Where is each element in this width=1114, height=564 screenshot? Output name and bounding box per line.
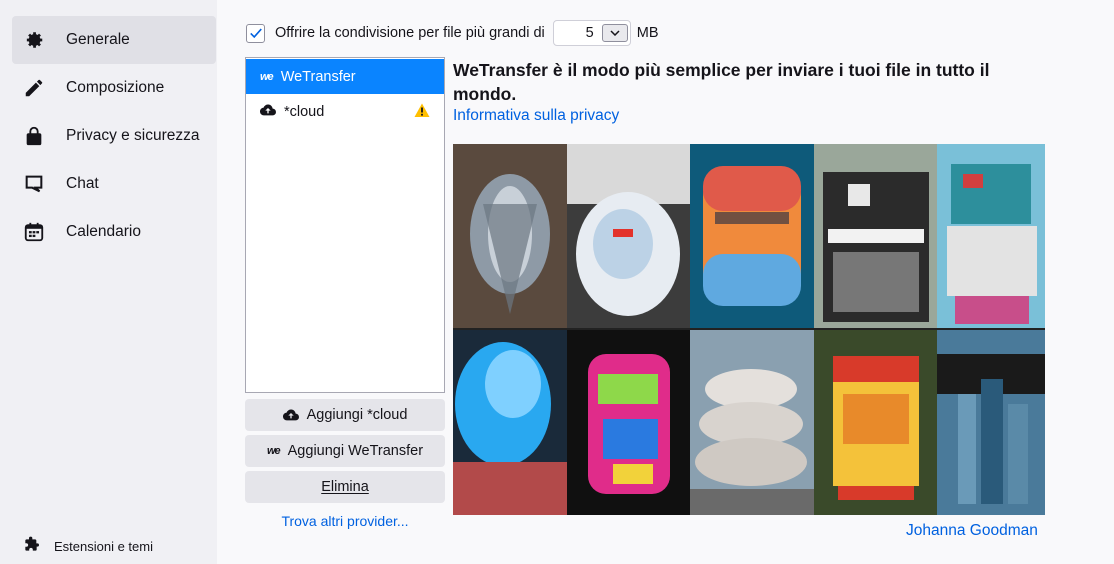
- add-cloud-label: Aggiungi *cloud: [306, 407, 408, 423]
- provider-name: WeTransfer: [280, 68, 356, 85]
- privacy-policy-link[interactable]: Informativa sulla privacy: [453, 107, 619, 125]
- nav-item-privacy[interactable]: Privacy e sicurezza: [12, 112, 216, 160]
- add-wetransfer-button[interactable]: we Aggiungi WeTransfer: [245, 435, 445, 467]
- lock-icon: [23, 125, 45, 147]
- chevron-down-icon: [610, 30, 620, 36]
- nav-label-calendario: Calendario: [66, 223, 141, 240]
- collage-tile: [453, 144, 567, 328]
- wetransfer-icon: we: [266, 445, 281, 457]
- warning-icon: [414, 103, 430, 122]
- provider-item-cloud[interactable]: *cloud: [246, 94, 444, 129]
- nav-label-privacy: Privacy e sicurezza: [66, 127, 200, 144]
- collage-tile: [690, 144, 814, 328]
- share-threshold-label: Offrire la condivisione per file più gra…: [275, 25, 545, 41]
- sidebar: Generale Composizione Privacy e sicurezz…: [0, 0, 217, 564]
- collage-tile: [453, 330, 567, 515]
- pencil-icon: [23, 77, 45, 99]
- delete-label: Elimina: [321, 479, 369, 495]
- share-threshold-checkbox[interactable]: [246, 23, 265, 43]
- provider-description: WeTransfer è il modo più semplice per in…: [453, 60, 990, 104]
- collage-tile: [567, 330, 690, 515]
- collage-tile: [567, 144, 690, 328]
- wetransfer-icon: we: [260, 70, 274, 83]
- add-wetransfer-label: Aggiungi WeTransfer: [287, 443, 424, 459]
- find-more-providers-link[interactable]: Trova altri provider...: [245, 513, 445, 529]
- collage-tile: [690, 330, 814, 515]
- cloud-upload-icon: [259, 103, 276, 121]
- delete-button[interactable]: Elimina: [245, 471, 445, 503]
- cloud-upload-icon: [282, 408, 299, 422]
- provider-artwork-image: [453, 144, 1045, 515]
- nav-item-generale[interactable]: Generale: [12, 16, 216, 64]
- extensions-label: Estensioni e temi: [54, 539, 153, 554]
- provider-item-wetransfer[interactable]: we WeTransfer: [246, 59, 444, 94]
- nav-item-composizione[interactable]: Composizione: [12, 64, 216, 112]
- chat-bubble-icon: [23, 173, 45, 195]
- nav-label-chat: Chat: [66, 175, 99, 192]
- nav-label-composizione: Composizione: [66, 79, 165, 96]
- collage-tile: [937, 144, 1045, 328]
- size-unit-label: MB: [636, 25, 659, 41]
- calendar-icon: [23, 221, 45, 243]
- provider-name: *cloud: [284, 103, 325, 120]
- size-threshold-input[interactable]: 5: [552, 20, 631, 46]
- share-threshold-row: Offrire la condivisione per file più gra…: [246, 20, 659, 46]
- nav-item-calendario[interactable]: Calendario: [12, 208, 216, 256]
- collage-tile: [937, 330, 1045, 515]
- image-credit-link[interactable]: Johanna Goodman: [906, 522, 1038, 540]
- size-threshold-value: 5: [585, 25, 594, 41]
- provider-list[interactable]: we WeTransfer *cloud: [245, 57, 445, 393]
- collage-tile: [814, 330, 937, 515]
- extensions-themes-link[interactable]: Estensioni e temi: [24, 536, 153, 557]
- nav-label-generale: Generale: [66, 31, 130, 48]
- nav-item-chat[interactable]: Chat: [12, 160, 216, 208]
- gear-icon: [23, 29, 45, 51]
- checkmark-icon: [249, 28, 262, 39]
- size-spinner-button[interactable]: [601, 24, 628, 42]
- collage-tile: [814, 144, 937, 328]
- add-cloud-button[interactable]: Aggiungi *cloud: [245, 399, 445, 431]
- puzzle-icon: [24, 536, 40, 557]
